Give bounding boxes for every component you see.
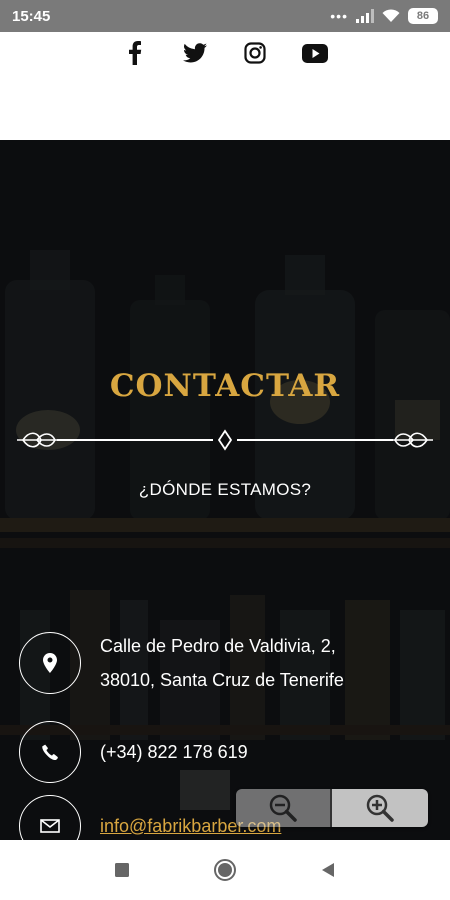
back-icon[interactable] — [308, 850, 348, 890]
status-time: 15:45 — [12, 7, 51, 25]
twitter-icon[interactable] — [182, 40, 208, 66]
ornamental-divider — [17, 429, 433, 451]
zoom-out-icon[interactable] — [236, 789, 332, 827]
address-text: Calle de Pedro de Valdivia, 2, 38010, Sa… — [100, 629, 344, 697]
status-icons: ••• 86 — [330, 8, 438, 24]
status-bar: 15:45 ••• 86 — [0, 0, 450, 32]
home-icon[interactable] — [205, 850, 245, 890]
battery-icon: 86 — [408, 8, 438, 24]
zoom-control — [236, 789, 428, 827]
facebook-icon[interactable] — [122, 40, 148, 66]
envelope-icon — [19, 795, 81, 840]
wifi-icon — [382, 9, 400, 23]
page-title: CONTACTAR — [109, 368, 341, 404]
section-subtitle: ¿DÓNDE ESTAMOS? — [138, 480, 312, 499]
zoom-in-icon[interactable] — [332, 789, 428, 827]
location-pin-icon — [19, 632, 81, 694]
phone-row[interactable]: (+34) 822 178 619 — [19, 721, 248, 783]
system-nav-bar — [0, 840, 450, 900]
address-line-1: Calle de Pedro de Valdivia, 2, — [100, 636, 336, 656]
contact-hero: CONTACTAR ¿DÓNDE ESTAMOS? Calle de Pedro… — [0, 140, 450, 840]
phone-text[interactable]: (+34) 822 178 619 — [100, 735, 248, 769]
instagram-icon[interactable] — [242, 40, 268, 66]
signal-icon — [356, 9, 374, 23]
recents-icon[interactable] — [102, 850, 142, 890]
address-line-2: 38010, Santa Cruz de Tenerife — [100, 670, 344, 690]
dots-icon: ••• — [330, 8, 348, 24]
social-links — [0, 32, 450, 74]
phone-icon — [19, 721, 81, 783]
address-row: Calle de Pedro de Valdivia, 2, 38010, Sa… — [19, 629, 344, 697]
youtube-icon[interactable] — [302, 40, 328, 66]
